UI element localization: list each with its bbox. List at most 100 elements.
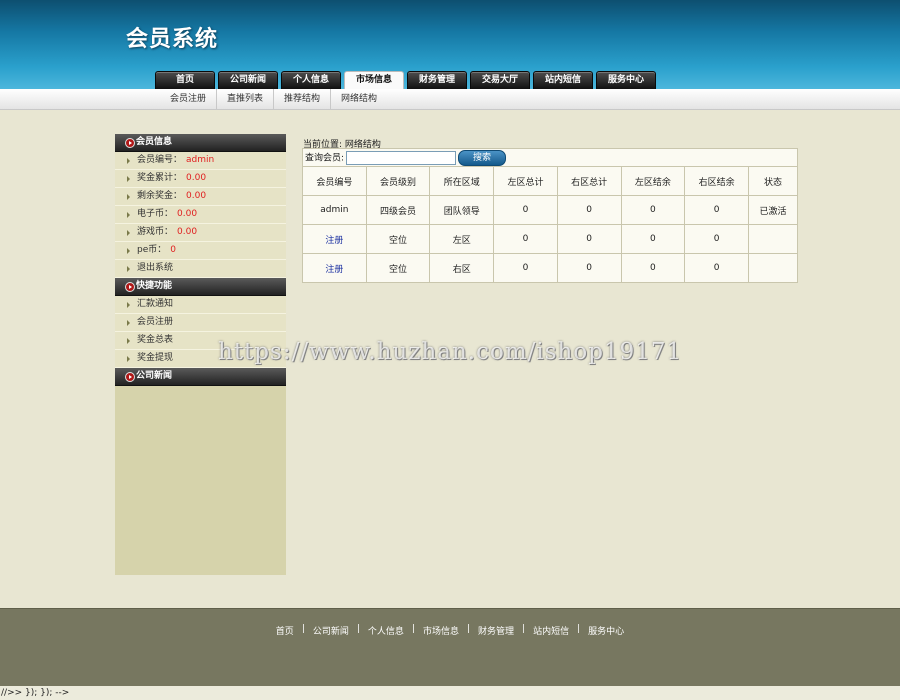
sidebar-item-value: admin [186, 155, 215, 165]
sidebar-item-bonus-total: 奖金累计： 0.00 [115, 170, 286, 188]
sidebar-item-label: 汇款通知 [137, 299, 174, 309]
subnav-network-structure[interactable]: 网络结构 [331, 89, 387, 109]
search-member-input[interactable] [346, 150, 457, 165]
nav-tab-service-center[interactable]: 服务中心 [596, 71, 656, 89]
table-row: 注册 空位 右区 0 0 0 0 [302, 253, 799, 283]
footer-separator: | [301, 624, 305, 634]
nav-tab-home[interactable]: 首页 [155, 71, 215, 89]
footer-separator: | [356, 624, 360, 634]
nav-tab-finance[interactable]: 财务管理 [407, 71, 467, 89]
sidebar-item-e-currency: 电子币： 0.00 [115, 206, 286, 224]
sidebar-item-member-id: 会员编号： admin [115, 152, 286, 170]
member-id-cell: admin [302, 195, 367, 225]
sidebar-item-remittance-notice[interactable]: 汇款通知 [115, 296, 286, 314]
table-cell: 左区 [429, 224, 495, 254]
table-cell: 0 [620, 195, 686, 225]
sidebar-item-logout[interactable]: 退出系统 [115, 260, 286, 278]
table-cell: 0 [493, 253, 558, 283]
column-header: 左区总计 [493, 166, 558, 196]
arrow-bullet-icon [125, 138, 135, 148]
subnav-referral-structure[interactable]: 推荐结构 [274, 89, 332, 109]
sidebar-section-company-news[interactable]: 公司新闻 [115, 368, 286, 386]
triangle-bullet-icon [127, 320, 130, 326]
register-cell: 注册 [302, 253, 367, 283]
table-cell: 空位 [365, 253, 431, 283]
sidebar-section-member-info[interactable]: 会员信息 [115, 134, 286, 152]
footer-link-finance[interactable]: 财务管理 [478, 624, 514, 637]
register-cell: 注册 [302, 224, 367, 254]
table-cell: 0 [556, 253, 622, 283]
sidebar-item-value: 0.00 [186, 173, 207, 183]
footer-separator: | [522, 624, 526, 634]
nav-tab-messages[interactable]: 站内短信 [533, 71, 593, 89]
footer-link-personal-info[interactable]: 个人信息 [368, 624, 404, 637]
status-cell [747, 224, 799, 254]
table-cell: 0 [684, 195, 749, 225]
sidebar-item-label: 会员注册 [137, 317, 174, 327]
network-structure-table: 查询会员: 搜索 会员编号 会员级别 所在区域 左区总计 右区总计 左区结余 右区… [302, 148, 799, 283]
table-cell: 右区 [429, 253, 495, 283]
sidebar-item-label: pe币： [137, 245, 167, 255]
nav-tab-trading-hall[interactable]: 交易大厅 [470, 71, 530, 89]
subnav-direct-list[interactable]: 直推列表 [217, 89, 275, 109]
column-header: 右区结余 [684, 166, 749, 196]
header-banner: 会员系统 首页 公司新闻 个人信息 市场信息 财务管理 交易大厅 站内短信 服务… [0, 0, 900, 90]
triangle-bullet-icon [127, 176, 130, 182]
status-cell: 已激活 [747, 195, 799, 225]
sidebar-section-title: 会员信息 [136, 137, 173, 147]
table-cell: 团队领导 [429, 195, 495, 225]
site-logo: 会员系统 [126, 27, 219, 52]
table-cell: 0 [556, 224, 622, 254]
search-button[interactable]: 搜索 [458, 149, 507, 166]
triangle-bullet-icon [127, 302, 130, 308]
nav-tab-company-news[interactable]: 公司新闻 [218, 71, 278, 89]
main-nav: 首页 公司新闻 个人信息 市场信息 财务管理 交易大厅 站内短信 服务中心 [155, 71, 656, 90]
footer-link-market-info[interactable]: 市场信息 [423, 624, 459, 637]
column-header: 所在区域 [429, 166, 495, 196]
column-header: 右区总计 [556, 166, 622, 196]
arrow-bullet-icon [125, 282, 135, 292]
subnav-member-register[interactable]: 会员注册 [160, 89, 218, 109]
nav-tab-personal-info[interactable]: 个人信息 [281, 71, 341, 89]
table-cell: 0 [620, 224, 686, 254]
triangle-bullet-icon [127, 248, 130, 254]
search-row: 查询会员: 搜索 [302, 148, 798, 167]
footer-link-service-center[interactable]: 服务中心 [588, 624, 624, 637]
footer-separator: | [577, 624, 581, 634]
table-cell: 0 [556, 195, 622, 225]
sidebar-item-label: 奖金总表 [137, 335, 174, 345]
sidebar-item-label: 奖金累计： [137, 173, 183, 183]
footer-link-company-news[interactable]: 公司新闻 [313, 624, 349, 637]
sidebar-item-member-register[interactable]: 会员注册 [115, 314, 286, 332]
sidebar-item-label: 剩余奖金： [137, 191, 183, 201]
search-label: 查询会员: [305, 153, 345, 163]
footer-link-home[interactable]: 首页 [276, 624, 294, 637]
table-cell: 四级会员 [365, 195, 431, 225]
register-link[interactable]: 注册 [325, 265, 343, 275]
status-cell [747, 253, 799, 283]
triangle-bullet-icon [127, 230, 130, 236]
footer-links: 首页 | 公司新闻 | 个人信息 | 市场信息 | 财务管理 | 站内短信 | … [0, 624, 900, 637]
watermark-text: https://www.huzhan.com/ishop19171 [218, 339, 683, 365]
table-row: admin 四级会员 团队领导 0 0 0 0 已激活 [302, 195, 799, 225]
footer: 首页 | 公司新闻 | 个人信息 | 市场信息 | 财务管理 | 站内短信 | … [0, 608, 900, 687]
table-header-row: 会员编号 会员级别 所在区域 左区总计 右区总计 左区结余 右区结余 状态 [302, 166, 799, 196]
table-row: 注册 空位 左区 0 0 0 0 [302, 224, 799, 254]
footer-separator: | [467, 624, 471, 634]
sidebar-item-label: 退出系统 [137, 263, 174, 273]
register-link[interactable]: 注册 [325, 236, 343, 246]
sidebar-item-label: 游戏币： [137, 227, 174, 237]
table-cell: 0 [493, 224, 558, 254]
nav-tab-market-info[interactable]: 市场信息 [344, 71, 404, 90]
triangle-bullet-icon [127, 212, 130, 218]
sidebar-section-title: 公司新闻 [136, 371, 173, 381]
triangle-bullet-icon [127, 158, 130, 164]
sidebar-item-value: 0.00 [186, 191, 207, 201]
table-cell: 0 [684, 224, 749, 254]
search-cell: 查询会员: 搜索 [302, 148, 798, 167]
arrow-bullet-icon [125, 372, 135, 382]
sidebar-section-quick-functions[interactable]: 快捷功能 [115, 278, 286, 296]
footer-link-messages[interactable]: 站内短信 [533, 624, 569, 637]
table-cell: 0 [620, 253, 686, 283]
triangle-bullet-icon [127, 356, 130, 362]
